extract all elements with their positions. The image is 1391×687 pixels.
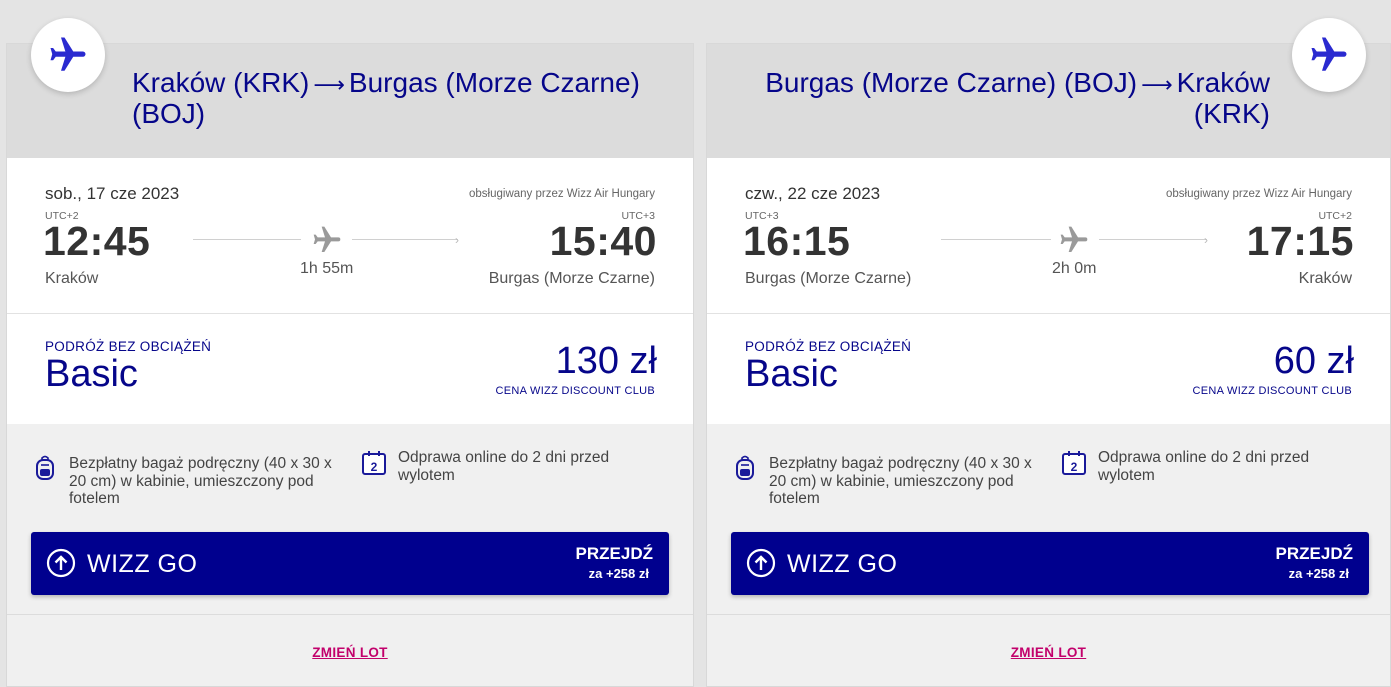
upsell-label: WIZZ GO: [87, 550, 198, 578]
perks-section: Bezpłatny bagaż podręczny (40 x 30 x 20 …: [707, 424, 1390, 660]
divider: [7, 614, 693, 615]
departure-time: 12:45: [43, 218, 151, 264]
flight-date: sob., 17 cze 2023: [45, 184, 180, 203]
chevron-right-icon: ›: [455, 233, 459, 247]
fare-subtitle: PODRÓŻ BEZ OBCIĄŻEŃ: [45, 339, 212, 354]
fare-subtitle: PODRÓŻ BEZ OBCIĄŻEŃ: [745, 339, 912, 354]
operator-text: obsługiwany przez Wizz Air Hungary: [1166, 188, 1352, 200]
arrow-up-circle-icon: [746, 548, 776, 583]
arrow-up-circle-icon: [46, 548, 76, 583]
flight-duration: 2h 0m: [1052, 260, 1097, 277]
route-origin: Kraków (KRK): [132, 67, 310, 98]
perk-checkin-text: Odprawa online do 2 dni przed wylotem: [398, 449, 610, 484]
plane-icon: [50, 37, 86, 71]
fare-name: Basic: [745, 353, 838, 395]
calendar-icon: 2: [361, 450, 387, 481]
perk-checkin-text: Odprawa online do 2 dni przed wylotem: [1098, 449, 1310, 484]
wizz-go-upgrade-button[interactable]: WIZZ GO PRZEJDŹ za +258 zł: [31, 532, 669, 595]
arrival-city: Burgas (Morze Czarne): [488, 270, 655, 287]
backpack-icon: [35, 455, 55, 486]
arrival-city: Kraków: [1298, 270, 1352, 287]
route-destination: Kraków (KRK): [1176, 67, 1270, 129]
operator-text: obsługiwany przez Wizz Air Hungary: [469, 188, 655, 200]
change-flight-link[interactable]: ZMIEŃ LOT: [312, 645, 387, 660]
upsell-price: za +258 zł: [588, 566, 649, 581]
arrival-time: 17:15: [1246, 218, 1354, 264]
perk-baggage-text: Bezpłatny bagaż podręczny (40 x 30 x 20 …: [769, 455, 1032, 507]
flight-date: czw., 22 cze 2023: [745, 184, 881, 203]
route-header: Burgas (Morze Czarne) (BOJ) ⟶ Kraków (KRK): [707, 44, 1390, 158]
route-arrow-icon: ⟶: [313, 72, 345, 97]
flight-line-right: [1099, 239, 1207, 240]
flight-card-return: Burgas (Morze Czarne) (BOJ) ⟶ Kraków (KRK)…: [706, 18, 1391, 687]
fare-section: PODRÓŻ BEZ OBCIĄŻEŃ Basic 130 zł CENA WI…: [7, 314, 693, 424]
upsell-action: PRZEJDŹ: [1275, 544, 1353, 563]
chevron-right-icon: ›: [1204, 233, 1208, 247]
route-arrow-icon: ⟶: [1141, 72, 1173, 97]
flight-line-left: [193, 239, 301, 240]
arrival-time: 15:40: [549, 218, 657, 264]
upsell-action: PRZEJDŹ: [575, 544, 653, 563]
price-note: CENA WIZZ DISCOUNT CLUB: [1192, 385, 1352, 397]
fare-name: Basic: [45, 353, 138, 395]
change-flight: ZMIEŃ LOT: [7, 644, 693, 662]
backpack-icon: [735, 455, 755, 486]
route-title: Kraków (KRK) ⟶ Burgas (Morze Czarne) (BOJ): [132, 68, 662, 128]
flight-line-left: [941, 239, 1051, 240]
perk-baggage-text: Bezpłatny bagaż podręczny (40 x 30 x 20 …: [69, 455, 332, 507]
upsell-label: WIZZ GO: [787, 550, 898, 578]
route-title: Burgas (Morze Czarne) (BOJ) ⟶ Kraków (KRK): [740, 68, 1270, 128]
upsell-price: za +258 zł: [1288, 566, 1349, 581]
departure-city: Burgas (Morze Czarne): [745, 270, 912, 287]
perks-section: Bezpłatny bagaż podręczny (40 x 30 x 20 …: [7, 424, 693, 660]
svg-text:2: 2: [1071, 460, 1078, 474]
calendar-icon: 2: [1061, 450, 1087, 481]
flight-card-outbound: Kraków (KRK) ⟶ Burgas (Morze Czarne) (BOJ)…: [6, 18, 694, 687]
flight-details: sob., 17 cze 2023 obsługiwany przez Wizz…: [7, 158, 693, 314]
fare-price: 130 zł: [555, 340, 657, 382]
flight-duration: 1h 55m: [300, 260, 354, 277]
change-flight: ZMIEŃ LOT: [707, 644, 1390, 662]
plane-badge: [1292, 18, 1366, 92]
plane-icon: [311, 224, 343, 261]
price-note: CENA WIZZ DISCOUNT CLUB: [495, 385, 655, 397]
svg-text:2: 2: [371, 460, 378, 474]
plane-badge: [31, 18, 105, 92]
departure-time: 16:15: [743, 218, 851, 264]
fare-price: 60 zł: [1273, 340, 1354, 382]
flight-details: czw., 22 cze 2023 obsługiwany przez Wizz…: [707, 158, 1390, 314]
wizz-go-upgrade-button[interactable]: WIZZ GO PRZEJDŹ za +258 zł: [731, 532, 1369, 595]
change-flight-link[interactable]: ZMIEŃ LOT: [1011, 645, 1086, 660]
route-origin: Burgas (Morze Czarne) (BOJ): [765, 67, 1138, 98]
fare-section: PODRÓŻ BEZ OBCIĄŻEŃ Basic 60 zł CENA WIZ…: [707, 314, 1390, 424]
divider: [707, 614, 1390, 615]
departure-city: Kraków: [45, 270, 99, 287]
flight-line-right: [352, 239, 458, 240]
plane-icon: [1058, 224, 1090, 261]
route-header: Kraków (KRK) ⟶ Burgas (Morze Czarne) (BOJ): [7, 44, 693, 158]
plane-icon: [1311, 37, 1347, 71]
